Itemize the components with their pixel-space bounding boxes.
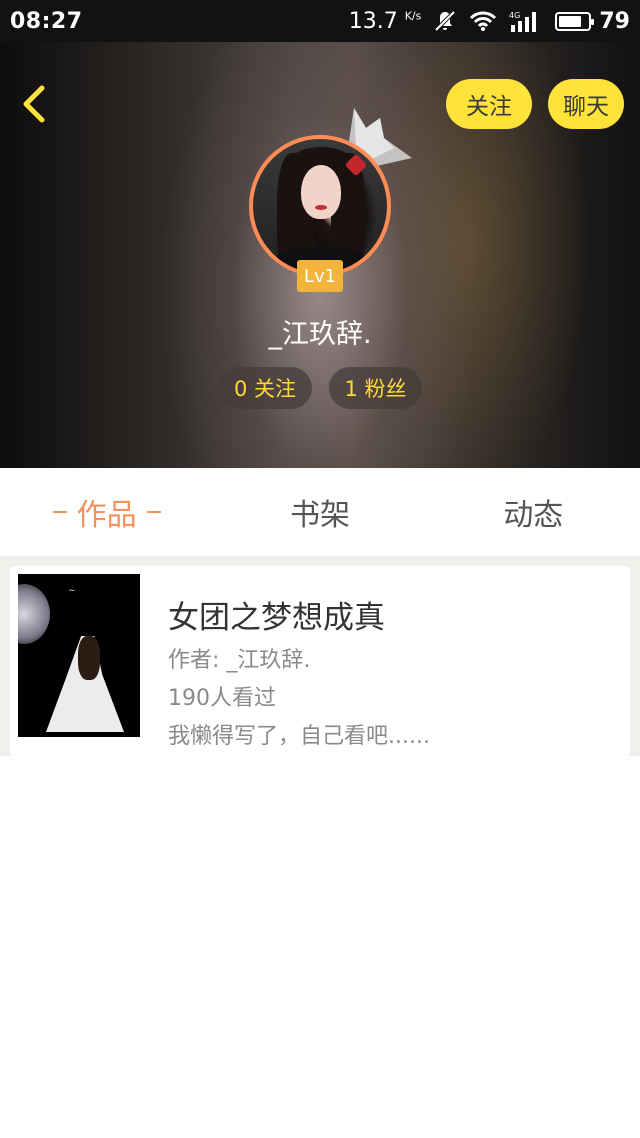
username: _江玖辞. xyxy=(268,319,372,350)
profile-tabs: 作品 书架 动态 xyxy=(0,468,640,556)
book-description: 我懒得写了，自己看吧...... xyxy=(168,724,430,749)
chat-button[interactable]: 聊天 xyxy=(548,79,624,129)
back-button[interactable] xyxy=(16,82,56,126)
cover-hair xyxy=(78,636,100,680)
book-title[interactable]: 女团之梦想成真 xyxy=(168,592,385,637)
tab-works[interactable]: 作品 xyxy=(0,468,213,556)
status-right: 13.7 K/s 4G 79 xyxy=(349,9,630,34)
tab-active-dash-right xyxy=(146,511,161,513)
tab-label: 动态 xyxy=(503,498,564,533)
follow-button[interactable]: 关注 xyxy=(446,79,532,129)
battery-percent: 79 xyxy=(599,8,630,34)
book-cover[interactable]: ~ xyxy=(18,574,140,737)
tab-active-dash-left xyxy=(52,511,67,513)
signal-icon: 4G xyxy=(509,9,543,33)
battery-outline xyxy=(555,11,595,31)
wifi-icon xyxy=(469,10,497,32)
avatar[interactable] xyxy=(249,135,391,277)
tab-label: 作品 xyxy=(76,498,137,533)
network-speed-value: 13.7 xyxy=(348,8,398,34)
tab-activity[interactable]: 动态 xyxy=(427,468,640,556)
tab-bookshelf[interactable]: 书架 xyxy=(213,468,426,556)
network-speed: 13.7 K/s xyxy=(349,9,422,34)
battery-icon: 79 xyxy=(555,9,630,34)
book-card[interactable]: ~ 女团之梦想成真 作者: _江玖辞. 190人看过 我懒得写了，自己看吧...… xyxy=(10,566,630,756)
following-count-button[interactable]: 0 关注 xyxy=(218,367,312,409)
network-speed-unit: K/s xyxy=(404,9,422,23)
level-badge: Lv1 xyxy=(297,260,343,292)
fans-count-button[interactable]: 1 粉丝 xyxy=(329,367,422,409)
cover-signature: ~ xyxy=(68,586,76,596)
book-views: 190人看过 xyxy=(168,686,276,711)
notifications-off-icon xyxy=(433,9,457,33)
network-type-label: 4G xyxy=(509,11,520,20)
tab-label: 书架 xyxy=(289,498,350,533)
chevron-left-icon xyxy=(23,85,45,123)
book-author: 作者: _江玖辞. xyxy=(168,648,311,673)
avatar-lips xyxy=(315,205,327,210)
battery-fill xyxy=(559,15,582,27)
status-bar: 08:27 13.7 K/s 4G 79 xyxy=(0,0,640,42)
profile-header: 关注 聊天 Lv1 _江玖辞. 0 关注 1 粉丝 xyxy=(0,42,640,468)
avatar-face xyxy=(301,165,341,219)
status-time: 08:27 xyxy=(10,8,83,34)
cover-moon xyxy=(18,584,50,644)
